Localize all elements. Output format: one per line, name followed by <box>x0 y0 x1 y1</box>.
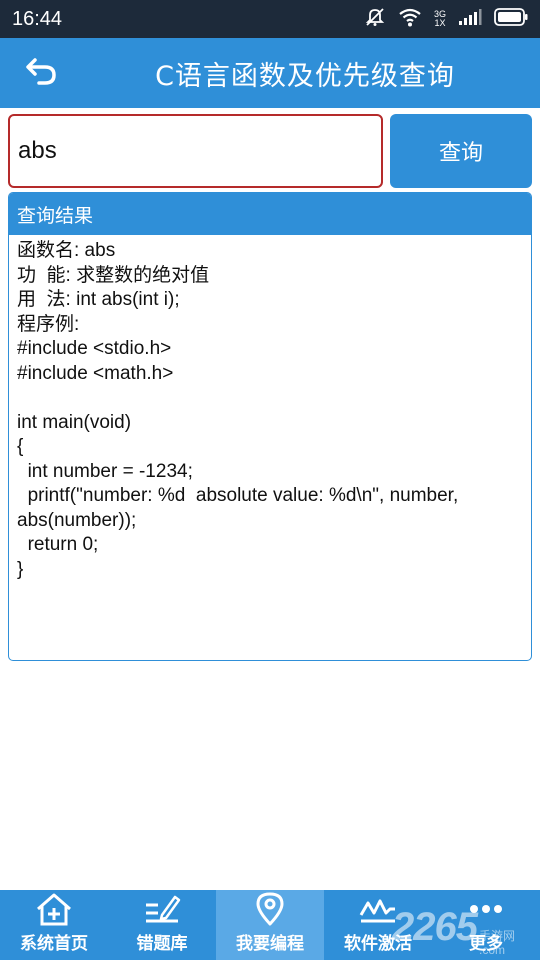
status-time: 16:44 <box>12 7 63 30</box>
nav-item-home[interactable]: 系统首页 <box>0 890 108 960</box>
nav-item-programming[interactable]: 我要编程 <box>216 890 324 960</box>
status-bar: 16:44 3G 1X <box>0 0 540 38</box>
nav-item-activation[interactable]: 软件激活 <box>324 890 432 960</box>
nav-label-programming: 我要编程 <box>236 934 304 954</box>
page-title: C语言函数及优先级查询 <box>155 60 455 92</box>
nav-label-home: 系统首页 <box>20 934 88 954</box>
network-type: 3G 1X <box>434 10 446 28</box>
location-pin-icon <box>252 891 288 927</box>
edit-list-icon <box>142 891 182 927</box>
result-content: 函数名: abs 功 能: 求整数的绝对值 用 法: int abs(int i… <box>17 240 459 580</box>
bottom-nav: 系统首页 错题库 我要编程 软件激活 更多 <box>0 890 540 960</box>
status-icons: 3G 1X <box>364 6 528 32</box>
nav-label-activation: 软件激活 <box>344 934 412 954</box>
nav-item-wrong-questions[interactable]: 错题库 <box>108 890 216 960</box>
back-button[interactable] <box>22 56 62 90</box>
app-header: C语言函数及优先级查询 <box>0 38 540 108</box>
wifi-icon <box>398 7 422 31</box>
nav-label-more: 更多 <box>469 934 503 954</box>
battery-icon <box>494 8 528 30</box>
function-search-input[interactable] <box>8 114 383 188</box>
back-arrow-icon <box>25 56 59 90</box>
network-type-bottom: 1X <box>434 18 446 28</box>
mute-icon <box>364 6 386 32</box>
home-icon <box>34 891 74 927</box>
nav-label-wrong-questions: 错题库 <box>136 934 188 954</box>
activity-icon <box>358 891 398 927</box>
query-button[interactable]: 查询 <box>390 114 532 188</box>
more-dots-icon <box>466 891 506 927</box>
nav-item-more[interactable]: 更多 <box>432 890 540 960</box>
result-panel: 查询结果 函数名: abs 功 能: 求整数的绝对值 用 法: int abs(… <box>8 192 532 661</box>
result-header: 查询结果 <box>9 193 531 235</box>
signal-icon <box>458 8 482 30</box>
